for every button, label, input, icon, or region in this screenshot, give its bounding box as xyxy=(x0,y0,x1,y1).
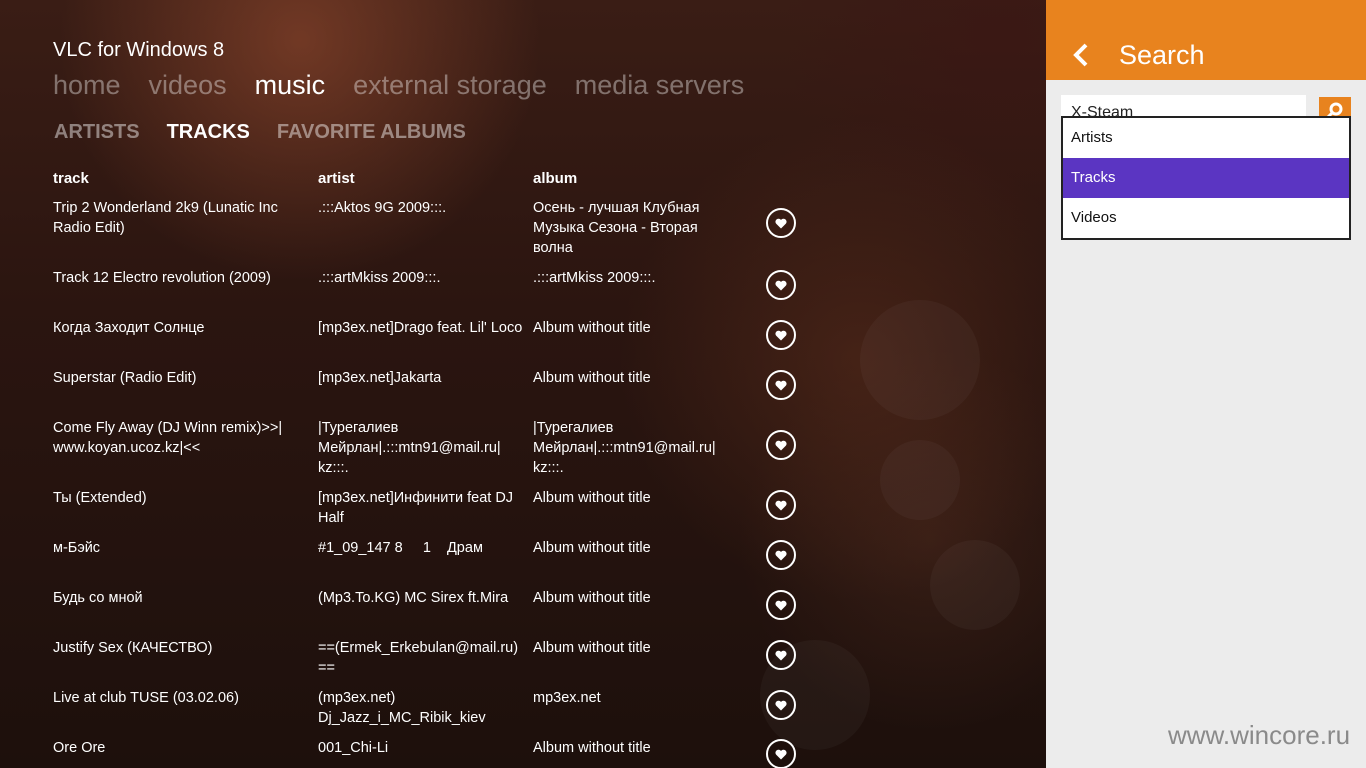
track-title: Track 12 Electro revolution (2009) xyxy=(53,270,271,286)
search-scope-dropdown[interactable]: Artists Tracks Videos xyxy=(1061,116,1351,240)
track-artist: #1_09_147 8 1 Драм xyxy=(318,540,483,556)
favorite-button[interactable] xyxy=(766,208,796,238)
dropdown-option-videos[interactable]: Videos xyxy=(1063,198,1349,238)
track-title: Будь со мной xyxy=(53,590,143,606)
table-row[interactable]: Superstar (Radio Edit) [mp3ex.net]Jakart… xyxy=(0,368,820,408)
favorite-button[interactable] xyxy=(766,490,796,520)
heart-icon xyxy=(775,280,787,290)
heart-icon xyxy=(775,749,787,759)
favorite-button[interactable] xyxy=(766,320,796,350)
heart-icon xyxy=(775,600,787,610)
track-title: Ты (Extended) xyxy=(53,490,147,506)
table-row[interactable]: Track 12 Electro revolution (2009) .:::a… xyxy=(0,268,820,308)
tab-artists[interactable]: ARTISTS xyxy=(54,121,140,144)
track-artist: [mp3ex.net]Инфинити feat DJ Half xyxy=(318,490,514,526)
track-album: Album without title xyxy=(533,490,651,506)
table-row[interactable]: м-Бэйс #1_09_147 8 1 Драм Album without … xyxy=(0,538,820,578)
search-pane-header: Search xyxy=(1046,0,1366,80)
tab-tracks[interactable]: TRACKS xyxy=(167,121,250,144)
track-artist: 001_Chi-Li xyxy=(318,740,389,756)
tab-favorite-albums[interactable]: FAVORITE ALBUMS xyxy=(277,121,466,144)
track-artist: [mp3ex.net]Drago feat. Lil' Loco xyxy=(318,320,523,336)
favorite-button[interactable] xyxy=(766,430,796,460)
main-content: VLC for Windows 8 home videos music exte… xyxy=(0,0,1046,768)
track-album: Album without title xyxy=(533,370,651,386)
track-album: Album without title xyxy=(533,740,651,756)
table-row[interactable]: Justify Sex (КАЧЕСТВО) ==(Ermek_Erkebula… xyxy=(0,638,820,678)
track-artist: ==(Ermek_Erkebulan@mail.ru) == xyxy=(318,640,519,676)
bokeh-light xyxy=(880,440,960,520)
search-pane: Search Artists Tracks Videos xyxy=(1046,0,1366,768)
track-album: Album without title xyxy=(533,590,651,606)
column-header-artist: artist xyxy=(318,170,355,187)
app-title: VLC for Windows 8 xyxy=(53,39,225,61)
favorite-button[interactable] xyxy=(766,370,796,400)
table-row[interactable]: Будь со мной (Mp3.To.KG) MC Sirex ft.Mir… xyxy=(0,588,820,628)
table-row[interactable]: Когда Заходит Солнце [mp3ex.net]Drago fe… xyxy=(0,318,820,358)
track-title: м-Бэйс xyxy=(53,540,101,556)
chevron-left-icon xyxy=(1073,43,1088,67)
track-artist: .:::artMkiss 2009:::. xyxy=(318,270,441,286)
track-title: Trip 2 Wonderland 2k9 (Lunatic Inc Radio… xyxy=(53,200,278,236)
track-artist: (Mp3.To.KG) MC Sirex ft.Mira xyxy=(318,590,509,606)
heart-icon xyxy=(775,500,787,510)
track-artist: |Турегалиев Мейрлан|.:::mtn91@mail.ru| k… xyxy=(318,420,501,476)
dropdown-option-artists[interactable]: Artists xyxy=(1063,118,1349,158)
favorite-button[interactable] xyxy=(766,540,796,570)
back-button[interactable] xyxy=(1070,41,1092,71)
favorite-button[interactable] xyxy=(766,270,796,300)
table-row[interactable]: Trip 2 Wonderland 2k9 (Lunatic Inc Radio… xyxy=(0,198,820,258)
track-album: Album without title xyxy=(533,640,651,656)
table-row[interactable]: Live at club TUSE (03.02.06) (mp3ex.net)… xyxy=(0,688,820,728)
track-title: Come Fly Away (DJ Winn remix)>>|www.koya… xyxy=(53,420,283,456)
track-album: mp3ex.net xyxy=(533,690,601,706)
heart-icon xyxy=(775,440,787,450)
track-album: |Турегалиев Мейрлан|.:::mtn91@mail.ru| k… xyxy=(533,420,716,476)
nav-home[interactable]: home xyxy=(53,70,121,101)
search-pane-title: Search xyxy=(1119,40,1205,70)
track-artist: .:::Aktos 9G 2009:::. xyxy=(318,200,447,216)
track-album: Album without title xyxy=(533,540,651,556)
music-subnav: ARTISTS TRACKS FAVORITE ALBUMS xyxy=(54,121,466,144)
heart-icon xyxy=(775,550,787,560)
track-title: Superstar (Radio Edit) xyxy=(53,370,197,386)
nav-music[interactable]: music xyxy=(255,70,326,101)
nav-media-servers[interactable]: media servers xyxy=(575,70,745,101)
bokeh-light xyxy=(860,300,980,420)
track-title: Justify Sex (КАЧЕСТВО) xyxy=(53,640,213,656)
bokeh-light xyxy=(930,540,1020,630)
track-artist: [mp3ex.net]Jakarta xyxy=(318,370,442,386)
table-row[interactable]: Ore Ore 001_Chi-Li Album without title xyxy=(0,738,820,768)
nav-videos[interactable]: videos xyxy=(149,70,227,101)
main-nav: home videos music external storage media… xyxy=(53,70,744,101)
track-artist: (mp3ex.net) Dj_Jazz_i_MC_Ribik_kiev xyxy=(318,690,486,726)
track-title: Ore Ore xyxy=(53,740,106,756)
favorite-button[interactable] xyxy=(766,739,796,768)
favorite-button[interactable] xyxy=(766,640,796,670)
track-album: Осень - лучшая Клубная Музыка Сезона - В… xyxy=(533,200,700,256)
column-header-track: track xyxy=(53,170,89,187)
heart-icon xyxy=(775,330,787,340)
nav-external-storage[interactable]: external storage xyxy=(353,70,547,101)
track-title: Live at club TUSE (03.02.06) xyxy=(53,690,239,706)
favorite-button[interactable] xyxy=(766,690,796,720)
track-album: Album without title xyxy=(533,320,651,336)
dropdown-option-tracks[interactable]: Tracks xyxy=(1063,158,1349,198)
heart-icon xyxy=(775,650,787,660)
favorite-button[interactable] xyxy=(766,590,796,620)
watermark: www.wincore.ru xyxy=(1168,720,1351,750)
table-row[interactable]: Ты (Extended) [mp3ex.net]Инфинити feat D… xyxy=(0,488,820,528)
column-header-album: album xyxy=(533,170,578,187)
heart-icon xyxy=(775,380,787,390)
heart-icon xyxy=(775,218,787,228)
table-row[interactable]: Come Fly Away (DJ Winn remix)>>|www.koya… xyxy=(0,418,820,478)
heart-icon xyxy=(775,700,787,710)
track-album: .:::artMkiss 2009:::. xyxy=(533,270,656,286)
track-title: Когда Заходит Солнце xyxy=(53,320,205,336)
